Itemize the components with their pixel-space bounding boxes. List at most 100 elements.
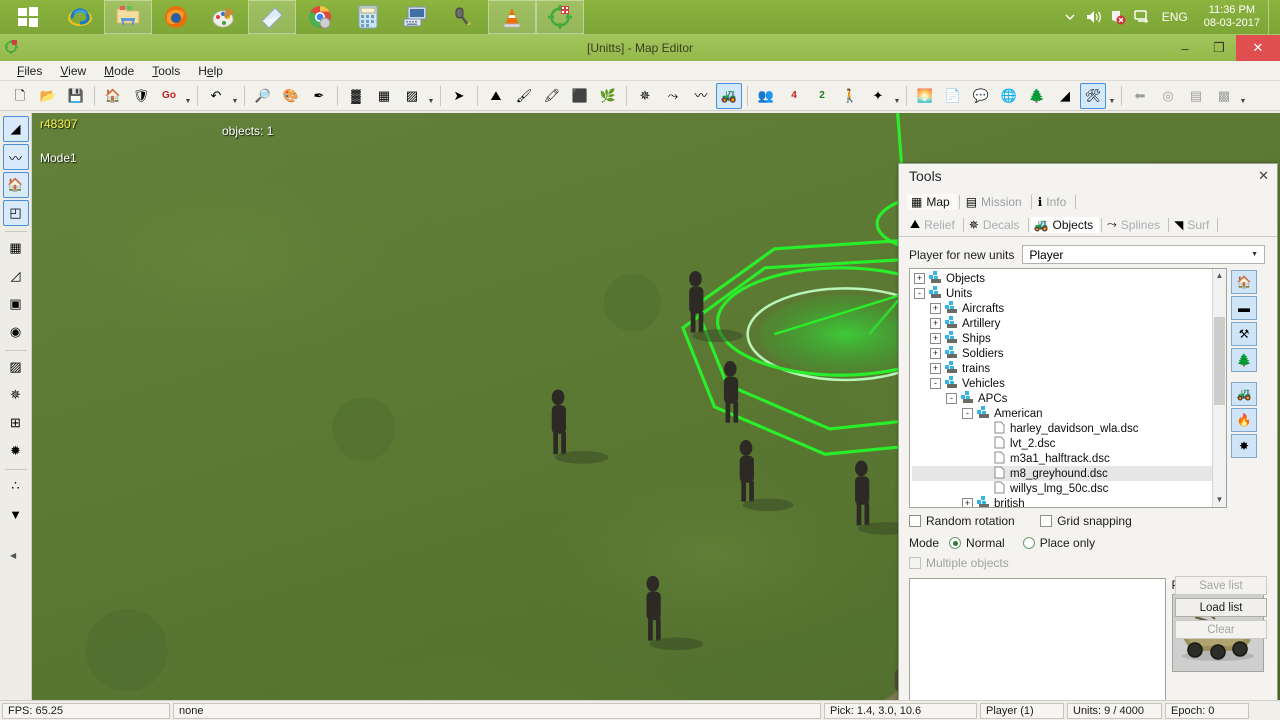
sidebar-spawn-layer[interactable]: ▼ — [3, 501, 29, 527]
player-dropdown[interactable]: Player ▼ — [1022, 245, 1265, 264]
taskbar-paint[interactable] — [200, 0, 248, 34]
tree-node[interactable]: + Artillery — [912, 316, 1226, 331]
subtab-splines[interactable]: ⤳ Splines — [1104, 216, 1166, 233]
category-vehicles[interactable]: 🚜 — [1231, 382, 1257, 406]
category-bridges[interactable]: ▬ — [1231, 296, 1257, 320]
lighting-button[interactable]: ◢ — [1052, 83, 1078, 109]
tree-node[interactable]: + Soldiers — [912, 346, 1226, 361]
category-vegetation[interactable]: 🌲 — [1231, 348, 1257, 372]
taskbar-microphone[interactable] — [440, 0, 488, 34]
taskbar-firefox[interactable] — [152, 0, 200, 34]
collapse-chevron-icon[interactable]: ◀ — [10, 551, 16, 560]
mode-place-only-radio[interactable]: Place only — [1022, 536, 1095, 550]
sidebar-water-layer[interactable]: 〰 — [2, 144, 29, 170]
toolbar-dropdown-arrow[interactable]: ▼ — [426, 83, 436, 109]
action-center-icon[interactable] — [1130, 0, 1154, 34]
scroll-down-icon[interactable]: ▼ — [1213, 493, 1226, 507]
taskbar-calculator[interactable] — [344, 0, 392, 34]
terrain-grid-button[interactable]: ▦ — [371, 83, 397, 109]
text-label-button[interactable]: 💬 — [968, 83, 994, 109]
script-button[interactable]: 📄 — [940, 83, 966, 109]
multiple-objects-list[interactable] — [909, 578, 1166, 706]
tree-node[interactable]: - Units — [912, 286, 1226, 301]
checker-button[interactable]: ▨ — [399, 83, 425, 109]
shield-button[interactable]: 🛡 — [128, 83, 154, 109]
sidebar-buildings-layer[interactable]: 🏠 — [2, 172, 29, 198]
subtab-surf[interactable]: ◥ Surf — [1171, 217, 1215, 233]
close-button[interactable]: ✕ — [1236, 35, 1280, 61]
tools-panel-close-icon[interactable]: ✕ — [1258, 168, 1269, 184]
network-error-icon[interactable] — [1106, 0, 1130, 34]
expand-node-icon[interactable]: + — [930, 318, 941, 329]
save-list-button[interactable]: Save list — [1175, 576, 1267, 595]
taskbar-file-explorer[interactable] — [104, 0, 152, 34]
menu-view[interactable]: View — [51, 62, 95, 80]
expand-node-icon[interactable]: + — [930, 303, 941, 314]
spawn-button[interactable]: ✦ — [865, 83, 891, 109]
sidebar-relief-layer[interactable]: ◢ — [2, 116, 29, 142]
paint-button[interactable]: 🎨 — [278, 83, 304, 109]
refresh-button[interactable]: ◎ — [1155, 83, 1181, 109]
random-rotation-checkbox[interactable]: Random rotation — [909, 514, 1015, 528]
minimize-button[interactable]: – — [1168, 35, 1202, 61]
expand-node-icon[interactable]: + — [930, 348, 941, 359]
toolbar-dropdown-arrow[interactable]: ▼ — [183, 83, 193, 109]
mode-normal-radio[interactable]: Normal — [949, 536, 1005, 550]
tree-node[interactable]: m8_greyhound.dsc — [912, 466, 1226, 481]
tree-node[interactable]: - Vehicles — [912, 376, 1226, 391]
tree-node[interactable]: + Objects — [912, 271, 1226, 286]
save-file-button[interactable]: 💾 — [63, 83, 89, 109]
find-button[interactable]: 🔎 — [250, 83, 276, 109]
sidebar-camera-layer[interactable]: ◉ — [3, 319, 29, 345]
subtab-decals[interactable]: ✵ Decals — [966, 217, 1026, 233]
annotate-button[interactable]: ✒ — [306, 83, 332, 109]
tab-info[interactable]: ℹ Info — [1034, 194, 1074, 210]
taskbar-internet-explorer[interactable] — [56, 0, 104, 34]
tree-node[interactable]: + Aircrafts — [912, 301, 1226, 316]
tree-node[interactable]: harley_davidson_wla.dsc — [912, 421, 1226, 436]
expand-node-icon[interactable]: + — [914, 273, 925, 284]
brush-tool-button[interactable]: 🖍 — [539, 83, 565, 109]
go-button[interactable]: Go — [156, 83, 182, 109]
select-tool-button[interactable]: ➤ — [446, 83, 472, 109]
vegetation-button[interactable]: 🌲 — [1024, 83, 1050, 109]
toolbar-dropdown-arrow[interactable]: ▼ — [1238, 83, 1248, 109]
undo-button[interactable]: ↶ — [203, 83, 229, 109]
tray-clock[interactable]: 11:36 PM 08-03-2017 — [1196, 4, 1268, 30]
load-list-button[interactable]: Load list — [1175, 598, 1267, 617]
subtab-objects[interactable]: 🚜 Objects — [1030, 216, 1100, 233]
collapse-node-icon[interactable]: - — [962, 408, 973, 419]
tab-mission[interactable]: ▤ Mission — [962, 194, 1029, 210]
maximize-button[interactable]: ❐ — [1202, 35, 1236, 61]
toolbar-dropdown-arrow[interactable]: ▼ — [892, 83, 902, 109]
collapse-node-icon[interactable]: - — [930, 378, 941, 389]
sidebar-terrain-mesh[interactable]: ◿ — [3, 263, 29, 289]
category-misc[interactable]: ✸ — [1231, 434, 1257, 458]
scrollbar-thumb[interactable] — [1214, 317, 1225, 405]
back-button[interactable]: ⬅ — [1127, 83, 1153, 109]
expand-node-icon[interactable]: + — [930, 333, 941, 344]
tree-node[interactable]: lvt_2.dsc — [912, 436, 1226, 451]
objects-tree[interactable]: + Objects - Units + Aircrafts + Artillery + Ships… — [909, 268, 1227, 508]
sidebar-grid-layer[interactable]: ▦ — [3, 235, 29, 261]
home-button[interactable]: 🏠 — [100, 83, 126, 109]
taskbar-map-editor[interactable] — [536, 0, 584, 34]
window-titlebar[interactable]: [Unitts] - Map Editor – ❐ ✕ — [0, 35, 1280, 61]
menu-files[interactable]: Files — [8, 62, 51, 80]
tab-map[interactable]: ▦ Map — [907, 194, 957, 210]
subtab-relief[interactable]: ⛰ Relief — [907, 216, 961, 233]
open-file-button[interactable]: 📂 — [35, 83, 61, 109]
toolbar-dropdown-arrow[interactable]: ▼ — [1107, 83, 1117, 109]
taskbar-remote-desktop[interactable] — [392, 0, 440, 34]
tree-scrollbar[interactable]: ▲ ▼ — [1212, 269, 1226, 507]
tree-node[interactable]: - American — [912, 406, 1226, 421]
tree-node[interactable]: + british — [912, 496, 1226, 507]
player-4-button[interactable]: 4 — [781, 83, 807, 109]
stamp-tool-button[interactable]: ⬛ — [567, 83, 593, 109]
spline-tool-button[interactable]: ⤳ — [660, 83, 686, 109]
taskbar-vlc[interactable] — [488, 0, 536, 34]
sidebar-objects-layer[interactable]: ◰ — [2, 200, 29, 226]
clear-button[interactable]: Clear — [1175, 620, 1267, 639]
tools-panel-button[interactable]: 🛠 — [1080, 82, 1106, 109]
collapse-node-icon[interactable]: - — [914, 288, 925, 299]
